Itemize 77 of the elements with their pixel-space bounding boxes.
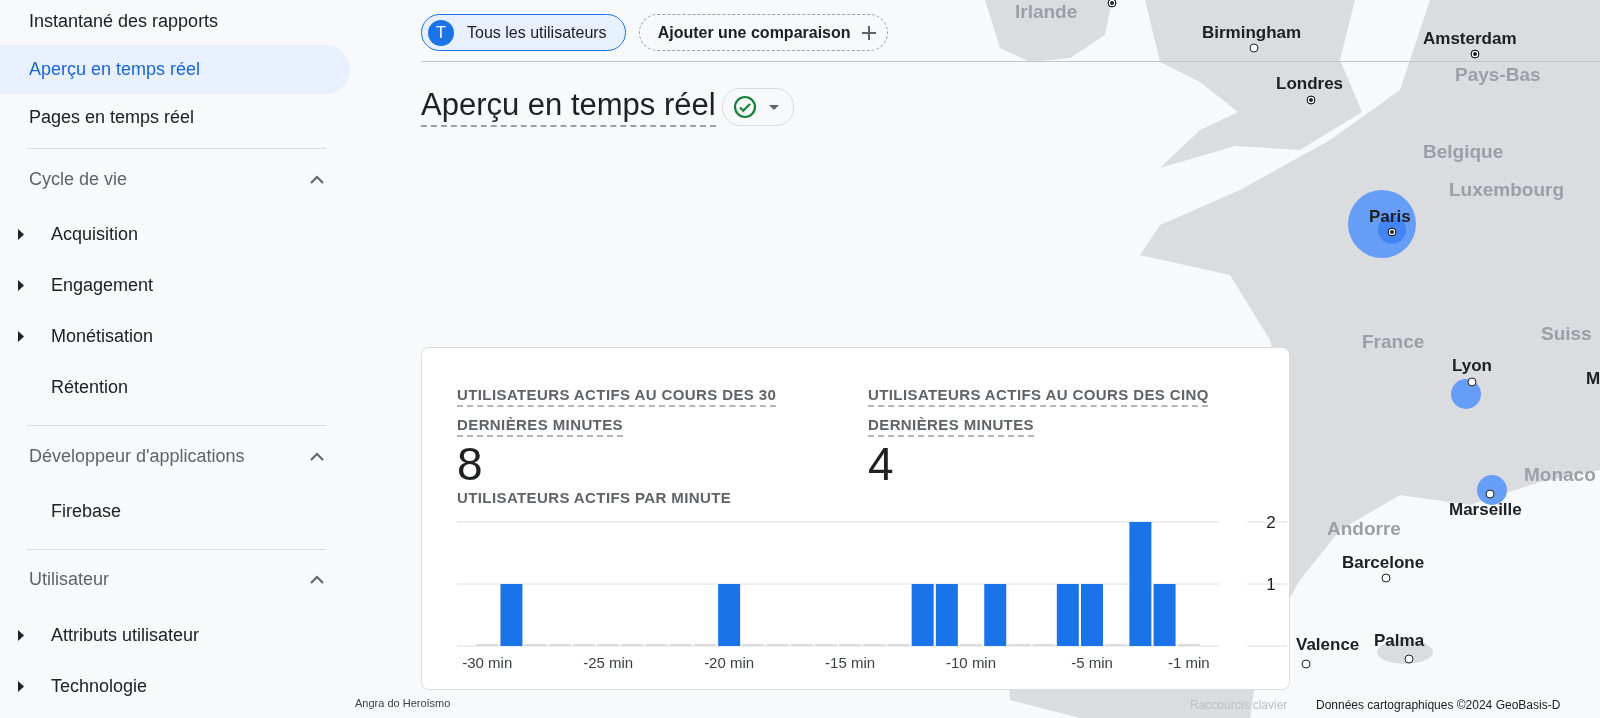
- nav-item[interactable]: Engagement: [51, 275, 154, 297]
- country-label: France: [1362, 331, 1425, 353]
- section-title: Développeur d'applications: [29, 445, 245, 467]
- triangle-icon[interactable]: [17, 630, 24, 641]
- status-dropdown[interactable]: [721, 88, 794, 126]
- nav-item[interactable]: Pages en temps réel: [0, 93, 350, 143]
- tick-label: -5 min: [1071, 654, 1113, 671]
- city-label: Amsterdam: [1423, 29, 1517, 49]
- tick-label: -1 min: [1167, 654, 1210, 671]
- nav-item[interactable]: Attributs utilisateur: [51, 625, 200, 646]
- country-label: Monaco: [1524, 464, 1596, 486]
- city-dot: [1467, 377, 1477, 387]
- metric-value: 8: [457, 440, 484, 488]
- tick-label: -20 min: [704, 654, 755, 671]
- city-dot: [1387, 227, 1397, 237]
- nav-item[interactable]: Firebase: [51, 501, 122, 522]
- city-dot: [1301, 659, 1311, 669]
- chevron-icon[interactable]: [310, 174, 324, 184]
- plus-icon: [860, 24, 877, 41]
- city-label: Barcelone: [1342, 553, 1425, 573]
- city-label: Paris: [1369, 207, 1411, 227]
- country-label: Suiss: [1541, 323, 1592, 345]
- city-dot: [1381, 573, 1391, 583]
- city-dot: [1470, 49, 1480, 59]
- city-dot: [1249, 43, 1259, 53]
- metric-label: UTILISATEURS ACTIFS AU COURS DES 30 DERNIÈRES MINUTES: [457, 385, 778, 435]
- city-dot: [1107, 0, 1117, 8]
- nav-item[interactable]: Rétention: [51, 377, 129, 399]
- country-label: Belgique: [1423, 141, 1504, 163]
- nav-item[interactable]: Instantané des rapports: [0, 0, 350, 46]
- user-bubble: [1451, 379, 1481, 409]
- triangle-icon[interactable]: [17, 280, 24, 292]
- city-label: Valence: [1296, 635, 1360, 655]
- page-title: Aperçu en temps réel: [421, 87, 716, 127]
- city-dot: [1306, 95, 1316, 105]
- chevron-icon[interactable]: [310, 451, 324, 461]
- triangle-icon[interactable]: [17, 681, 24, 692]
- tick-label: -10 min: [946, 654, 997, 671]
- country-label: Andorre: [1327, 518, 1401, 540]
- tick-label: 2: [1266, 513, 1276, 532]
- segment-label: Tous les utilisateurs: [467, 23, 607, 42]
- triangle-icon[interactable]: [17, 229, 24, 241]
- city-label: Marseille: [1449, 500, 1522, 520]
- section-title: Utilisateur: [29, 569, 110, 591]
- segment-avatar: T: [428, 19, 454, 46]
- city-dot: [1485, 489, 1495, 499]
- triangle-icon[interactable]: [17, 331, 24, 343]
- tick-label: -15 min: [825, 654, 876, 671]
- city-label: Londres: [1276, 74, 1344, 94]
- country-label: Irlande: [1015, 1, 1078, 23]
- metric-label: UTILISATEURS ACTIFS AU COURS DES CINQ DERNIÈRES MINUTES: [868, 385, 1210, 435]
- country-label: Pays-Bas: [1455, 64, 1541, 86]
- city-label: Lyon: [1452, 356, 1492, 376]
- check-circle-icon: [732, 95, 757, 119]
- city-label: Palma: [1374, 631, 1425, 651]
- map-attribution: Données cartographiques ©2024 GeoBasis-D: [1316, 698, 1561, 712]
- user-bubble: [1477, 475, 1507, 505]
- bar: [935, 584, 958, 646]
- city-dot: [1404, 654, 1414, 664]
- tick-label: -25 min: [583, 654, 634, 671]
- chart-title: UTILISATEURS ACTIFS PAR MINUTE: [457, 488, 732, 508]
- caret-icon: [768, 104, 779, 110]
- city-label: Angra do Heroísmo: [355, 697, 451, 709]
- tick-label: -30 min: [462, 654, 513, 671]
- bar: [1081, 584, 1103, 646]
- metric-value: 4: [868, 440, 895, 488]
- nav-item[interactable]: Acquisition: [51, 224, 139, 246]
- section-title: Cycle de vie: [29, 168, 128, 190]
- tick-label: 1: [1266, 575, 1276, 594]
- nav-item[interactable]: Aperçu en temps réel: [0, 45, 350, 94]
- city-label: Birmingham: [1202, 23, 1302, 43]
- nav-item[interactable]: Technologie: [51, 676, 148, 697]
- city-label: M: [1586, 369, 1600, 389]
- chevron-icon[interactable]: [310, 575, 324, 585]
- segment-chip[interactable]: T Tous les utilisateurs: [421, 14, 626, 51]
- nav-item[interactable]: Monétisation: [51, 326, 154, 348]
- country-label: Luxembourg: [1449, 179, 1565, 201]
